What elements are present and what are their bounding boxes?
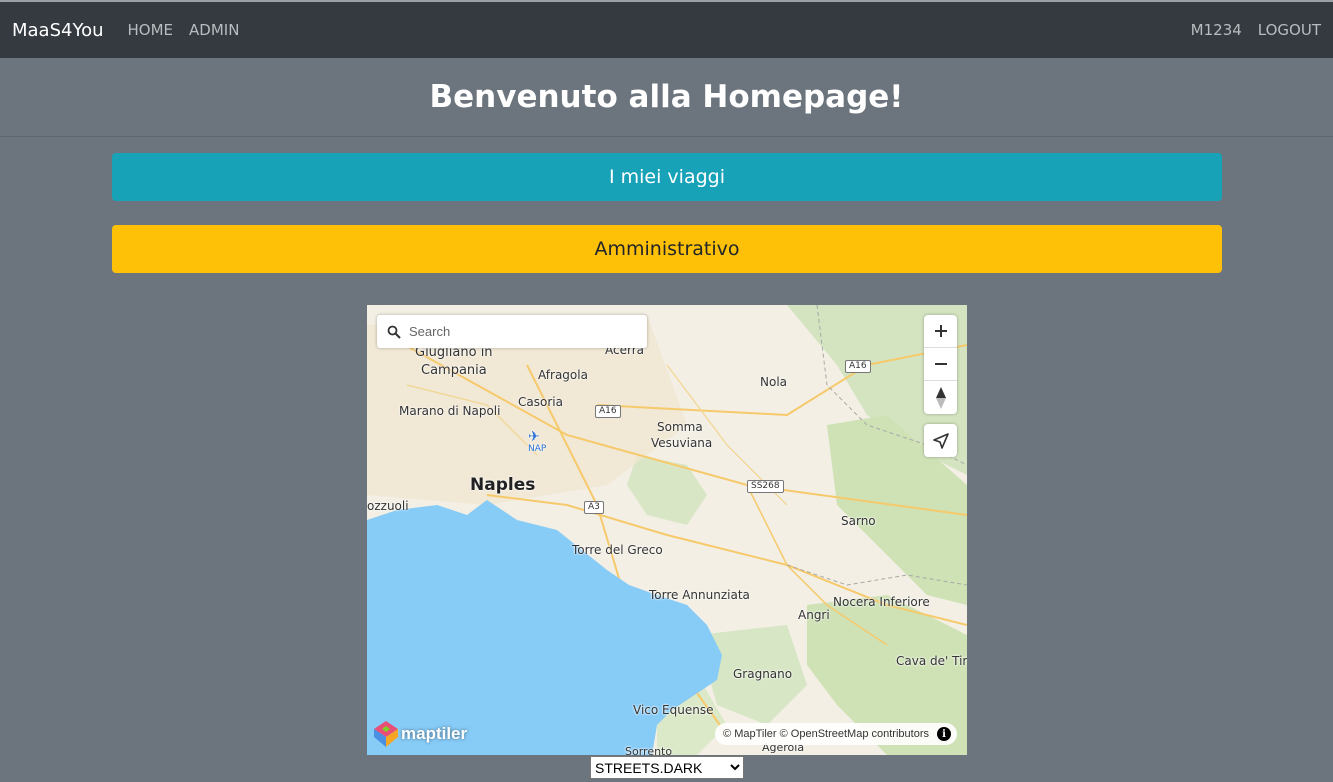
map-label-marano: Marano di Napoli [399,404,501,418]
administrative-button[interactable]: Amministrativo [112,225,1222,273]
map-nav-controls [924,315,957,414]
map-label-campania: Campania [421,363,487,378]
search-icon [387,325,401,339]
map-label-afragola: Afragola [538,368,588,382]
map-label-pozzuoli: ozzuoli [367,499,409,513]
map-search-input[interactable] [409,324,629,339]
map-label-torre-annunziata: Torre Annunziata [649,588,750,602]
nav-admin-link[interactable]: ADMIN [189,21,239,39]
compass-button[interactable] [924,381,957,414]
airplane-icon: ✈ [528,429,540,445]
location-arrow-icon [932,432,949,449]
map-label-naples: Naples [470,475,536,495]
road-shield-a3: A3 [584,501,604,514]
map-label-casoria: Casoria [518,395,563,409]
map-label-sorrento: Sorrento [625,745,673,755]
nav-home-link[interactable]: HOME [128,21,174,39]
map-label-nola: Nola [760,375,788,389]
map-label-airport: NAP [528,444,547,454]
map-style-select[interactable]: STREETS.DARK [590,756,744,779]
map-attribution: © MapTiler © OpenStreetMap contributors … [715,723,957,745]
map-label-nocera: Nocera Inferiore [833,595,930,609]
plus-icon [934,325,947,337]
zoom-out-button[interactable] [924,348,957,381]
attribution-text: © MapTiler © OpenStreetMap contributors [723,728,929,740]
map-label-gragnano: Gragnano [733,667,793,681]
top-navbar: MaaS4You HOME ADMIN M1234 LOGOUT [0,0,1333,58]
compass-icon [935,386,946,409]
maptiler-logo-text: maptiler [401,724,468,743]
minus-icon [934,363,947,365]
map-label-cava: Cava de' Tirr [896,654,967,668]
nav-user-link[interactable]: M1234 [1191,21,1242,39]
map-label-torre-greco: Torre del Greco [572,543,663,557]
page-title: Benvenuto alla Homepage! [0,58,1333,137]
nav-right-group: M1234 LOGOUT [1175,21,1321,39]
info-icon[interactable]: i [937,727,951,741]
map-label-angri: Angri [798,608,830,622]
map-label-somma: Somma [657,420,703,434]
my-trips-button[interactable]: I miei viaggi [112,153,1222,201]
geolocate-button[interactable] [924,424,957,457]
map-label-vico: Vico Equense [633,703,714,717]
road-shield-ss268: SS268 [747,480,784,493]
map-container[interactable]: Giugliano in Campania Acerra Afragola No… [367,305,967,755]
map-search-box[interactable] [377,315,647,348]
nav-logout-link[interactable]: LOGOUT [1258,21,1321,39]
maptiler-logo[interactable]: maptiler [374,721,467,747]
road-shield-a16-east: A16 [845,360,871,373]
maptiler-logo-mark [374,721,398,747]
brand-logo[interactable]: MaaS4You [12,20,104,41]
map-label-vesuviana: Vesuviana [651,436,713,450]
map-geolocate-control [924,424,957,457]
map-label-sarno: Sarno [841,514,876,528]
zoom-in-button[interactable] [924,315,957,348]
road-shield-a16-west: A16 [595,405,621,418]
